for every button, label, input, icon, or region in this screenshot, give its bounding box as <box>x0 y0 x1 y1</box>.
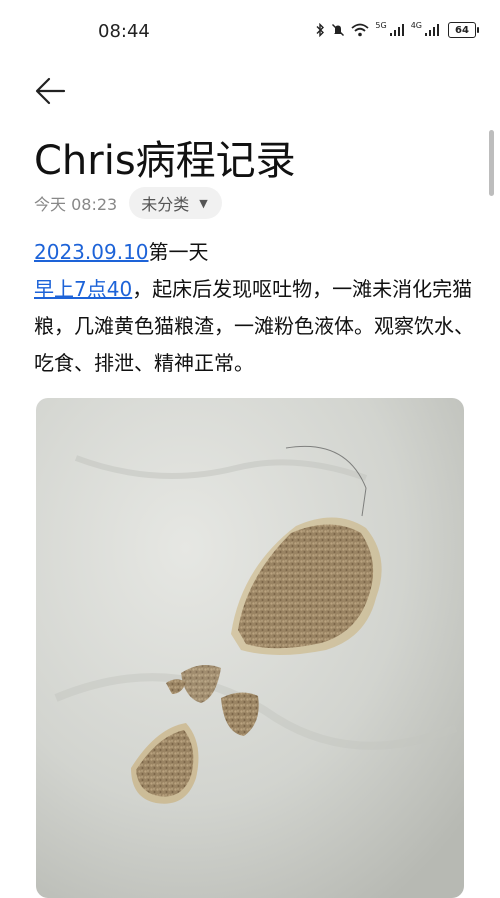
status-time: 08:44 <box>98 21 150 42</box>
note-timestamp: 今天 08:23 <box>34 195 118 214</box>
status-icons: 5G 4G 64 <box>315 20 479 38</box>
date-link[interactable]: 2023.09.10 <box>34 240 149 264</box>
category-label: 未分类 <box>141 195 190 214</box>
scrollbar[interactable] <box>489 130 494 196</box>
signal-icon <box>389 24 404 36</box>
signal-icon <box>425 24 439 36</box>
note-meta: 今天 08:23 未分类 ▼ <box>34 186 222 220</box>
status-bar: 08:44 5G 4G 64 <box>0 0 500 62</box>
bluetooth-icon <box>316 23 325 37</box>
arrow-left-icon[interactable] <box>34 76 68 106</box>
category-dropdown[interactable]: 未分类 ▼ <box>129 187 222 219</box>
photo-image <box>36 398 464 898</box>
time-link[interactable]: 早上7点40 <box>34 277 132 301</box>
wifi-icon <box>351 23 369 37</box>
note-body[interactable]: 2023.09.10第一天 早上7点40，起床后发现呕吐物，一滩未消化完猫粮，几… <box>34 234 474 382</box>
caret-down-icon: ▼ <box>199 196 208 210</box>
note-title[interactable]: Chris病程记录 <box>34 128 296 186</box>
note-photo[interactable] <box>36 398 464 898</box>
date-suffix: 第一天 <box>148 240 209 264</box>
battery-icon: 64 <box>448 22 479 38</box>
net-5g-label: 5G <box>375 20 387 30</box>
mute-icon <box>332 24 345 36</box>
net-4g-label: 4G <box>410 20 422 30</box>
